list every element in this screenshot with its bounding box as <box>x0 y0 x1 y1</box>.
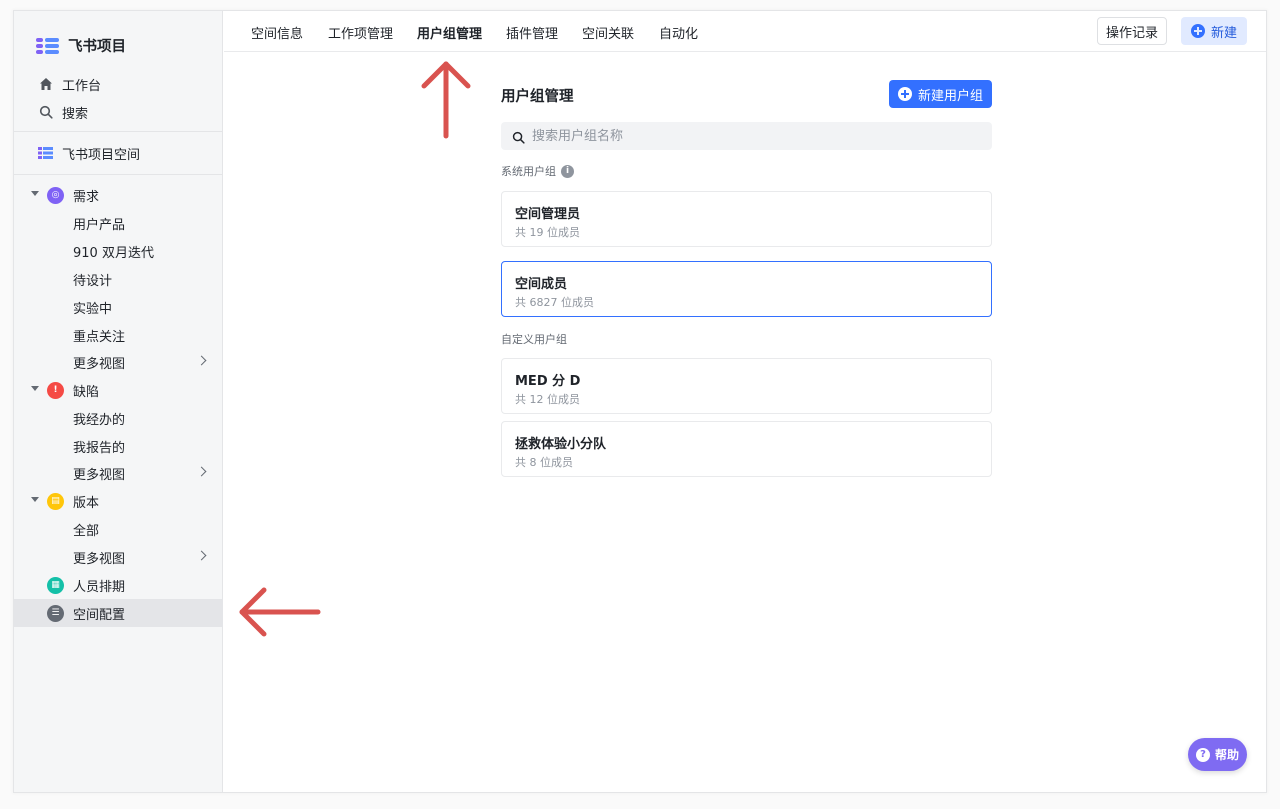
sidebar-item-focus[interactable]: 重点关注 <box>14 321 223 349</box>
sidebar-item-more-views[interactable]: 更多视图 <box>14 459 223 487</box>
sidebar-category-versions[interactable]: ▤ 版本 <box>14 487 223 515</box>
system-groups-section-label: 系统用户组 i <box>501 163 574 179</box>
group-member-count: 共 12 位成员 <box>515 393 580 406</box>
top-navigation: 空间信息 工作项管理 用户组管理 插件管理 空间关联 自动化 操作记录 新建 <box>224 11 1266 52</box>
sidebar-item-910-iteration[interactable]: 910 双月迭代 <box>14 237 223 265</box>
chevron-right-icon <box>196 550 207 561</box>
sidebar-item-label: 人员排期 <box>73 579 126 595</box>
sidebar-item-all[interactable]: 全部 <box>14 515 223 543</box>
page-title: 用户组管理 <box>501 89 574 105</box>
sidebar-item-label: 910 双月迭代 <box>73 245 154 261</box>
create-user-group-button[interactable]: 新建用户组 <box>889 80 992 108</box>
tab-plugin-management[interactable]: 插件管理 <box>506 23 558 42</box>
sidebar-category-requirements[interactable]: ◎ 需求 <box>14 181 223 209</box>
group-member-count: 共 8 位成员 <box>515 456 573 469</box>
group-name: MED 分 D <box>515 374 581 389</box>
sidebar-item-label: 我经办的 <box>73 412 126 428</box>
custom-groups-section-label: 自定义用户组 <box>501 331 567 347</box>
create-user-group-label: 新建用户组 <box>917 88 983 104</box>
requirement-icon: ◎ <box>47 186 64 204</box>
app-window: 飞书项目 工作台 搜索 飞书项目空间 ◎ 需求 用户产品 910 双月迭代 待设… <box>13 10 1267 793</box>
sidebar-item-more-views[interactable]: 更多视图 <box>14 543 223 571</box>
sidebar-item-user-product[interactable]: 用户产品 <box>14 209 223 237</box>
question-icon: ? <box>1195 747 1210 762</box>
sidebar-item-label: 更多视图 <box>73 551 126 567</box>
space-logo-icon <box>38 145 54 161</box>
sidebar-item-more-views[interactable]: 更多视图 <box>14 348 223 376</box>
divider <box>14 131 223 132</box>
plus-circle-icon <box>1190 24 1205 38</box>
user-group-card[interactable]: MED 分 D 共 12 位成员 <box>501 358 992 414</box>
sidebar-item-schedule[interactable]: ▦ 人员排期 <box>14 571 223 599</box>
user-group-card[interactable]: 空间管理员 共 19 位成员 <box>501 191 992 247</box>
new-button-label: 新建 <box>1210 25 1237 41</box>
group-name: 空间管理员 <box>515 207 581 222</box>
home-icon <box>38 76 54 92</box>
sidebar-category-bugs[interactable]: ! 缺陷 <box>14 376 223 404</box>
sidebar-item-search[interactable]: 搜索 <box>14 98 223 126</box>
schedule-grid-icon: ▦ <box>47 576 64 594</box>
help-label: 帮助 <box>1214 748 1239 762</box>
caret-down-icon <box>31 386 39 391</box>
group-name: 拯救体验小分队 <box>515 437 607 452</box>
sidebar-item-label: 工作台 <box>62 78 102 94</box>
user-group-card[interactable]: 拯救体验小分队 共 8 位成员 <box>501 421 992 477</box>
app-logo[interactable]: 飞书项目 <box>36 35 126 56</box>
sidebar-item-space-config[interactable]: ☰ 空间配置 <box>14 599 223 627</box>
chevron-right-icon <box>196 466 207 477</box>
tab-user-group-management[interactable]: 用户组管理 <box>417 23 482 42</box>
new-button[interactable]: 新建 <box>1181 17 1247 45</box>
sidebar-item-to-design[interactable]: 待设计 <box>14 265 223 293</box>
search-user-group-input[interactable] <box>501 122 992 150</box>
info-icon[interactable]: i <box>561 164 574 178</box>
category-label: 版本 <box>73 495 100 511</box>
search-icon <box>38 104 54 120</box>
logo-icon <box>36 36 60 56</box>
sidebar-item-label: 全部 <box>73 523 100 539</box>
group-member-count: 共 19 位成员 <box>515 226 580 239</box>
tab-space-info[interactable]: 空间信息 <box>251 23 303 42</box>
sidebar-item-label: 我报告的 <box>73 440 126 456</box>
category-label: 需求 <box>73 189 100 205</box>
section-label-text: 自定义用户组 <box>501 333 567 346</box>
user-group-card[interactable]: 空间成员 共 6827 位成员 <box>501 261 992 317</box>
group-name: 空间成员 <box>515 277 568 292</box>
sidebar-item-home[interactable]: 工作台 <box>14 70 223 98</box>
section-label-text: 系统用户组 <box>501 165 556 178</box>
divider <box>14 174 223 175</box>
sidebar-item-label: 用户产品 <box>73 217 126 233</box>
help-button[interactable]: ? 帮助 <box>1188 738 1247 771</box>
sidebar-item-space[interactable]: 飞书项目空间 <box>14 139 223 167</box>
operation-log-button[interactable]: 操作记录 <box>1097 17 1167 45</box>
caret-down-icon <box>31 497 39 502</box>
bug-icon: ! <box>47 381 64 399</box>
sidebar-item-label: 更多视图 <box>73 356 126 372</box>
sidebar-item-label: 搜索 <box>62 106 89 122</box>
sidebar-item-label: 空间配置 <box>73 607 126 623</box>
caret-down-icon <box>31 191 39 196</box>
tab-automation[interactable]: 自动化 <box>659 23 698 42</box>
settings-sliders-icon: ☰ <box>47 604 64 622</box>
sidebar-item-label: 实验中 <box>73 301 113 317</box>
tab-work-item-management[interactable]: 工作项管理 <box>328 23 393 42</box>
sidebar-item-label: 更多视图 <box>73 467 126 483</box>
chevron-right-icon <box>196 355 207 366</box>
sidebar-item-label: 飞书项目空间 <box>62 147 141 163</box>
sidebar-item-label: 待设计 <box>73 273 113 289</box>
tab-space-association[interactable]: 空间关联 <box>582 23 634 42</box>
app-name: 飞书项目 <box>68 39 126 55</box>
sidebar-item-assigned-to-me[interactable]: 我经办的 <box>14 404 223 432</box>
search-icon <box>512 129 525 148</box>
plus-circle-icon <box>897 87 912 101</box>
sidebar: 飞书项目 工作台 搜索 飞书项目空间 ◎ 需求 用户产品 910 双月迭代 待设… <box>14 11 223 792</box>
category-label: 缺陷 <box>73 384 100 400</box>
sidebar-item-experimenting[interactable]: 实验中 <box>14 293 223 321</box>
sidebar-item-reported-by-me[interactable]: 我报告的 <box>14 432 223 460</box>
group-member-count: 共 6827 位成员 <box>515 296 594 309</box>
sidebar-item-label: 重点关注 <box>73 329 126 345</box>
version-icon: ▤ <box>47 492 64 510</box>
